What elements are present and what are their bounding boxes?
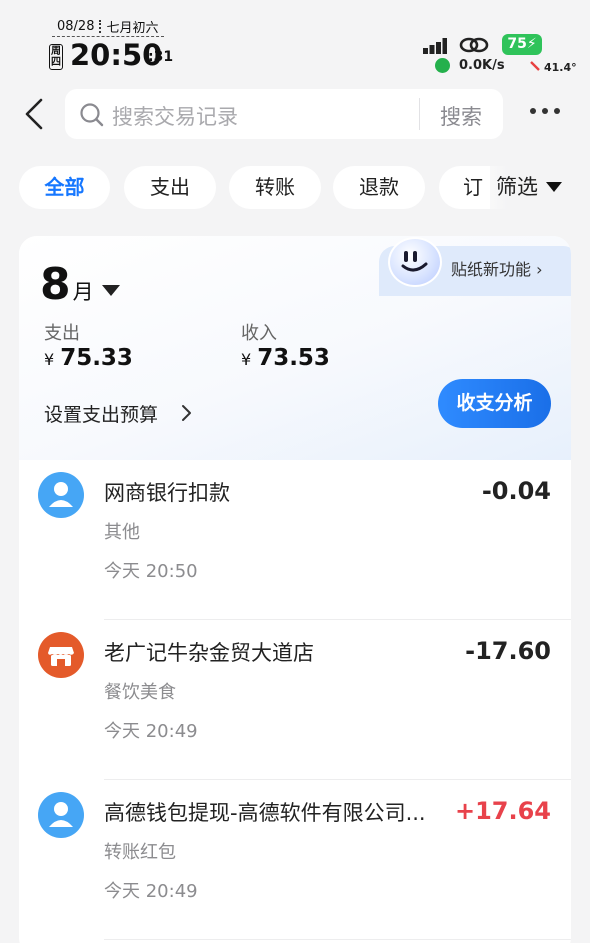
date-separator	[99, 20, 102, 33]
battery-level: 75	[507, 36, 527, 52]
expense-currency: ¥	[44, 350, 55, 369]
clock-seconds: :31	[148, 49, 174, 65]
transaction-amount: +17.64	[454, 797, 551, 825]
transaction-title: 网商银行扣款	[104, 481, 230, 505]
sticker-label[interactable]: 贴纸新功能 ›	[451, 256, 543, 280]
dashed-divider	[52, 36, 164, 37]
expense-label: 支出	[44, 323, 80, 344]
transaction-amount: -17.60	[465, 637, 551, 665]
person-icon	[38, 472, 84, 518]
more-icon[interactable]	[530, 108, 566, 120]
transaction-category: 餐饮美食	[104, 682, 176, 703]
income-value: 73.53	[257, 345, 330, 371]
network-speed: 0.0K/s	[459, 58, 505, 73]
transaction-category: 转账红包	[104, 842, 176, 863]
budget-link[interactable]: 设置支出预算	[44, 400, 158, 427]
bill-card: 贴纸新功能 › 8月 支出 ¥75.33 收入 ¥73.53 设置支出预算 收支…	[19, 236, 571, 943]
link-icon	[459, 37, 489, 53]
transaction-category: 其他	[104, 522, 140, 543]
income-total: ¥73.53	[241, 345, 330, 371]
weekday-badge: 周四	[49, 44, 63, 70]
search-bar[interactable]: 搜索交易记录 搜索	[65, 89, 503, 139]
sticker-face-icon[interactable]	[388, 237, 442, 287]
person-icon	[38, 792, 84, 838]
search-icon	[80, 103, 104, 127]
expense-total: ¥75.33	[44, 345, 133, 371]
chip-transfer[interactable]: 转账	[229, 166, 321, 209]
expense-value: 75.33	[60, 345, 133, 371]
signal-icon	[423, 38, 447, 54]
temperature: 41.4°	[544, 61, 577, 74]
transaction-title: 高德钱包提现-高德软件有限公司...	[104, 801, 426, 825]
row-divider	[104, 939, 571, 940]
filter-label: 筛选	[496, 175, 538, 199]
status-bar: 08/28 七月初六 周四 20:50 :31 75⚡ 0.0K/s 41.4°	[0, 0, 590, 80]
month-dropdown-icon	[101, 285, 120, 296]
transaction-row[interactable]: 高德钱包提现-高德软件有限公司... +17.64 转账红包 今天 20:49	[19, 780, 571, 940]
filter-dropdown-icon	[546, 182, 562, 192]
search-button[interactable]: 搜索	[440, 101, 482, 131]
network-icon	[435, 58, 450, 73]
temperature-icon	[530, 61, 540, 71]
filter-chips: 全部 支出 转账 退款 订 筛选	[0, 166, 590, 210]
transaction-row[interactable]: 网商银行扣款 -0.04 其他 今天 20:50	[19, 460, 571, 620]
store-icon	[38, 632, 84, 678]
analysis-button[interactable]: 收支分析	[438, 379, 551, 428]
chip-all[interactable]: 全部	[19, 166, 110, 209]
battery-indicator: 75⚡	[502, 34, 542, 55]
chevron-right-icon	[182, 405, 191, 421]
income-currency: ¥	[241, 350, 252, 369]
transaction-time: 今天 20:50	[104, 561, 198, 582]
smile-icon	[401, 251, 428, 272]
chip-refund[interactable]: 退款	[333, 166, 425, 209]
search-input[interactable]: 搜索交易记录	[112, 101, 238, 131]
date-text: 08/28	[57, 19, 95, 34]
income-label: 收入	[241, 323, 277, 344]
transaction-title: 老广记牛杂金贸大道店	[104, 641, 314, 665]
search-divider	[419, 98, 420, 130]
month-number: 8	[40, 259, 71, 310]
back-icon[interactable]	[22, 97, 48, 131]
month-unit: 月	[72, 280, 94, 304]
filter-button[interactable]: 筛选	[490, 166, 590, 209]
transaction-row[interactable]: 老广记牛杂金贸大道店 -17.60 餐饮美食 今天 20:49	[19, 620, 571, 780]
month-selector[interactable]: 8月	[40, 259, 120, 310]
chip-expense[interactable]: 支出	[124, 166, 216, 209]
date-row: 08/28 七月初六	[57, 17, 158, 36]
lunar-date: 七月初六	[106, 21, 159, 36]
transaction-amount: -0.04	[481, 477, 551, 505]
transaction-time: 今天 20:49	[104, 881, 198, 902]
transaction-time: 今天 20:49	[104, 721, 198, 742]
